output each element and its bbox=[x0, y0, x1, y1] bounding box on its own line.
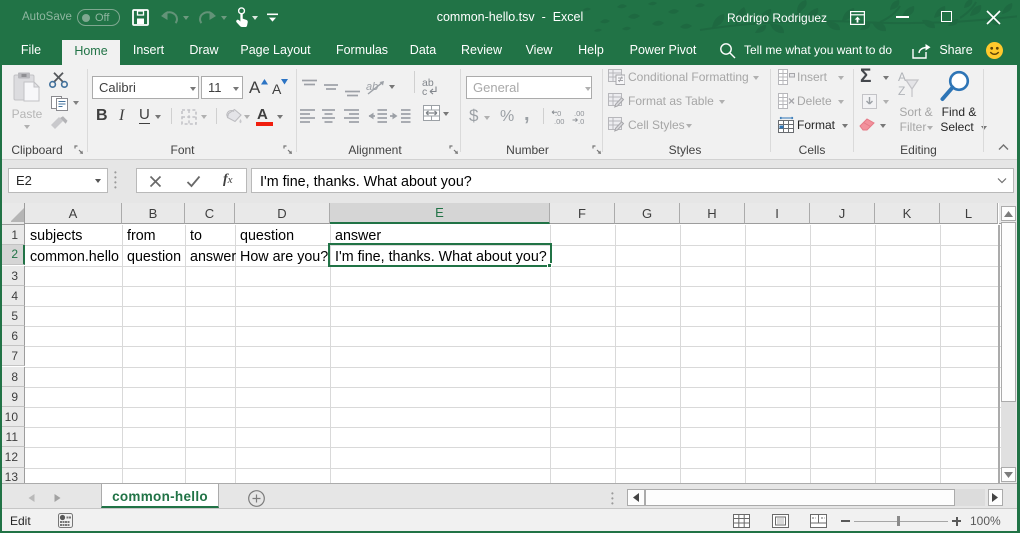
svg-text:.0: .0 bbox=[578, 117, 584, 124]
svg-text:A: A bbox=[898, 70, 906, 84]
svg-text:.00: .00 bbox=[554, 117, 564, 124]
svg-text:Z: Z bbox=[898, 84, 905, 98]
svg-text:c: c bbox=[422, 86, 427, 97]
